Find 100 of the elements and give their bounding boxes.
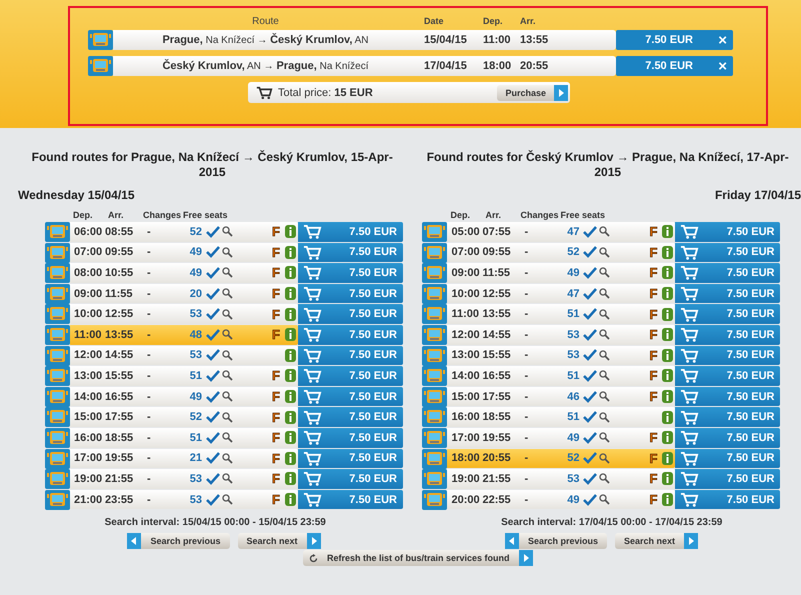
info-icon[interactable]	[662, 390, 674, 404]
fare-badge[interactable]: F	[649, 265, 660, 280]
fare-badge[interactable]: F	[649, 306, 660, 322]
buy-button[interactable]: 7.50 EUR	[298, 448, 403, 468]
info-icon[interactable]	[285, 308, 296, 321]
route-row[interactable]: 07:00 09:55 - 52 F	[447, 242, 676, 262]
search-icon[interactable]	[599, 391, 610, 402]
buy-button[interactable]: 7.50 EUR	[298, 490, 403, 510]
info-icon[interactable]	[285, 431, 296, 444]
route-row[interactable]: 15:00 17:55 - 52 F	[70, 407, 298, 427]
route-row[interactable]: 17:00 19:55 - 49 F	[447, 428, 676, 448]
fare-badge[interactable]: F	[272, 286, 282, 302]
search-icon[interactable]	[599, 246, 610, 258]
buy-button[interactable]: 7.50 EUR	[675, 346, 780, 366]
buy-button[interactable]: 7.50 EUR	[298, 263, 403, 283]
buy-button[interactable]: 7.50 EUR	[675, 428, 780, 448]
route-row[interactable]: 12:00 14:55 - 53	[70, 346, 298, 366]
search-icon[interactable]	[599, 370, 610, 382]
route-row[interactable]: 21:00 23:55 - 53 F	[70, 490, 298, 510]
search-icon[interactable]	[222, 452, 233, 464]
route-row[interactable]: 06:00 08:55 - 52 F	[70, 222, 298, 242]
search-next-button[interactable]: Search next	[614, 533, 698, 550]
info-icon[interactable]	[285, 328, 296, 342]
info-icon[interactable]	[662, 287, 674, 300]
search-icon[interactable]	[599, 494, 610, 506]
buy-button[interactable]: 7.50 EUR	[298, 469, 403, 489]
fare-badge[interactable]: F	[649, 224, 660, 240]
search-icon[interactable]	[599, 267, 610, 278]
search-icon[interactable]	[222, 308, 233, 320]
search-icon[interactable]	[599, 473, 610, 484]
search-icon[interactable]	[599, 412, 610, 423]
refresh-button[interactable]: Refresh the list of bus/train services found	[303, 550, 533, 566]
fare-badge[interactable]: F	[272, 306, 282, 322]
buy-button[interactable]: 7.50 EUR	[675, 366, 780, 386]
info-icon[interactable]	[662, 472, 674, 486]
search-icon[interactable]	[222, 494, 233, 506]
fare-badge[interactable]: F	[649, 327, 660, 342]
fare-badge[interactable]: F	[272, 389, 282, 404]
remove-button[interactable]: ×	[712, 32, 733, 48]
info-icon[interactable]	[662, 452, 674, 465]
route-row[interactable]: 10:00 12:55 - 53 F	[70, 304, 298, 324]
buy-button[interactable]: 7.50 EUR	[675, 448, 780, 468]
route-row[interactable]: 19:00 21:55 - 53 F	[70, 469, 298, 489]
fare-badge[interactable]: F	[272, 450, 282, 466]
search-icon[interactable]	[222, 329, 233, 340]
buy-button[interactable]: 7.50 EUR	[298, 324, 403, 345]
buy-button[interactable]: 7.50 EUR	[675, 490, 780, 510]
fare-badge[interactable]: F	[272, 244, 282, 260]
fare-badge[interactable]: F	[649, 492, 660, 508]
search-previous-button[interactable]: Search previous	[504, 533, 607, 550]
info-icon[interactable]	[285, 266, 296, 280]
info-icon[interactable]	[662, 328, 674, 342]
search-icon[interactable]	[222, 432, 233, 444]
search-icon[interactable]	[222, 246, 233, 258]
route-row[interactable]: 17:00 19:55 - 21 F	[70, 448, 298, 468]
buy-button[interactable]: 7.50 EUR	[675, 284, 780, 304]
buy-button[interactable]: 7.50 EUR	[675, 407, 780, 427]
info-icon[interactable]	[285, 390, 296, 404]
buy-button[interactable]: 7.50 EUR	[675, 386, 780, 406]
route-row[interactable]: 09:00 11:55 - 49 F	[447, 263, 676, 283]
search-icon[interactable]	[599, 226, 610, 238]
fare-badge[interactable]: F	[272, 224, 282, 240]
info-icon[interactable]	[285, 369, 296, 382]
buy-button[interactable]: 7.50 EUR	[298, 366, 403, 386]
route-row[interactable]: 10:00 12:55 - 47 F	[447, 284, 676, 304]
search-next-button[interactable]: Search next	[238, 533, 321, 550]
info-icon[interactable]	[285, 410, 296, 424]
info-icon[interactable]	[285, 287, 296, 300]
buy-button[interactable]: 7.50 EUR	[675, 222, 780, 242]
info-icon[interactable]	[662, 369, 674, 382]
search-icon[interactable]	[599, 432, 610, 444]
search-icon[interactable]	[599, 329, 610, 340]
search-icon[interactable]	[599, 308, 610, 320]
buy-button[interactable]: 7.50 EUR	[675, 242, 780, 262]
buy-button[interactable]: 7.50 EUR	[298, 386, 403, 406]
fare-badge[interactable]: F	[649, 286, 660, 302]
search-icon[interactable]	[222, 391, 233, 402]
route-row[interactable]: 18:00 20:55 - 52 F	[447, 448, 676, 468]
search-icon[interactable]	[599, 288, 610, 300]
route-row[interactable]: 20:00 22:55 - 49 F	[447, 490, 676, 510]
fare-badge[interactable]: F	[272, 327, 282, 342]
route-row[interactable]: 11:00 13:55 - 48 F	[70, 324, 298, 345]
search-icon[interactable]	[599, 350, 610, 361]
search-icon[interactable]	[222, 288, 233, 300]
info-icon[interactable]	[285, 493, 296, 506]
fare-badge[interactable]: F	[649, 368, 660, 384]
route-row[interactable]: 12:00 14:55 - 53 F	[447, 324, 676, 345]
fare-badge[interactable]: F	[272, 471, 282, 486]
fare-badge[interactable]: F	[649, 430, 660, 446]
buy-button[interactable]: 7.50 EUR	[675, 324, 780, 345]
info-icon[interactable]	[662, 431, 674, 444]
info-icon[interactable]	[662, 348, 674, 362]
info-icon[interactable]	[285, 225, 296, 238]
route-row[interactable]: 13:00 15:55 - 53 F	[447, 346, 676, 366]
fare-badge[interactable]: F	[649, 389, 660, 404]
route-row[interactable]: 19:00 21:55 - 53 F	[447, 469, 676, 489]
route-row[interactable]: 05:00 07:55 - 47 F	[447, 222, 676, 242]
search-icon[interactable]	[222, 370, 233, 382]
info-icon[interactable]	[662, 493, 674, 506]
search-icon[interactable]	[599, 452, 610, 464]
